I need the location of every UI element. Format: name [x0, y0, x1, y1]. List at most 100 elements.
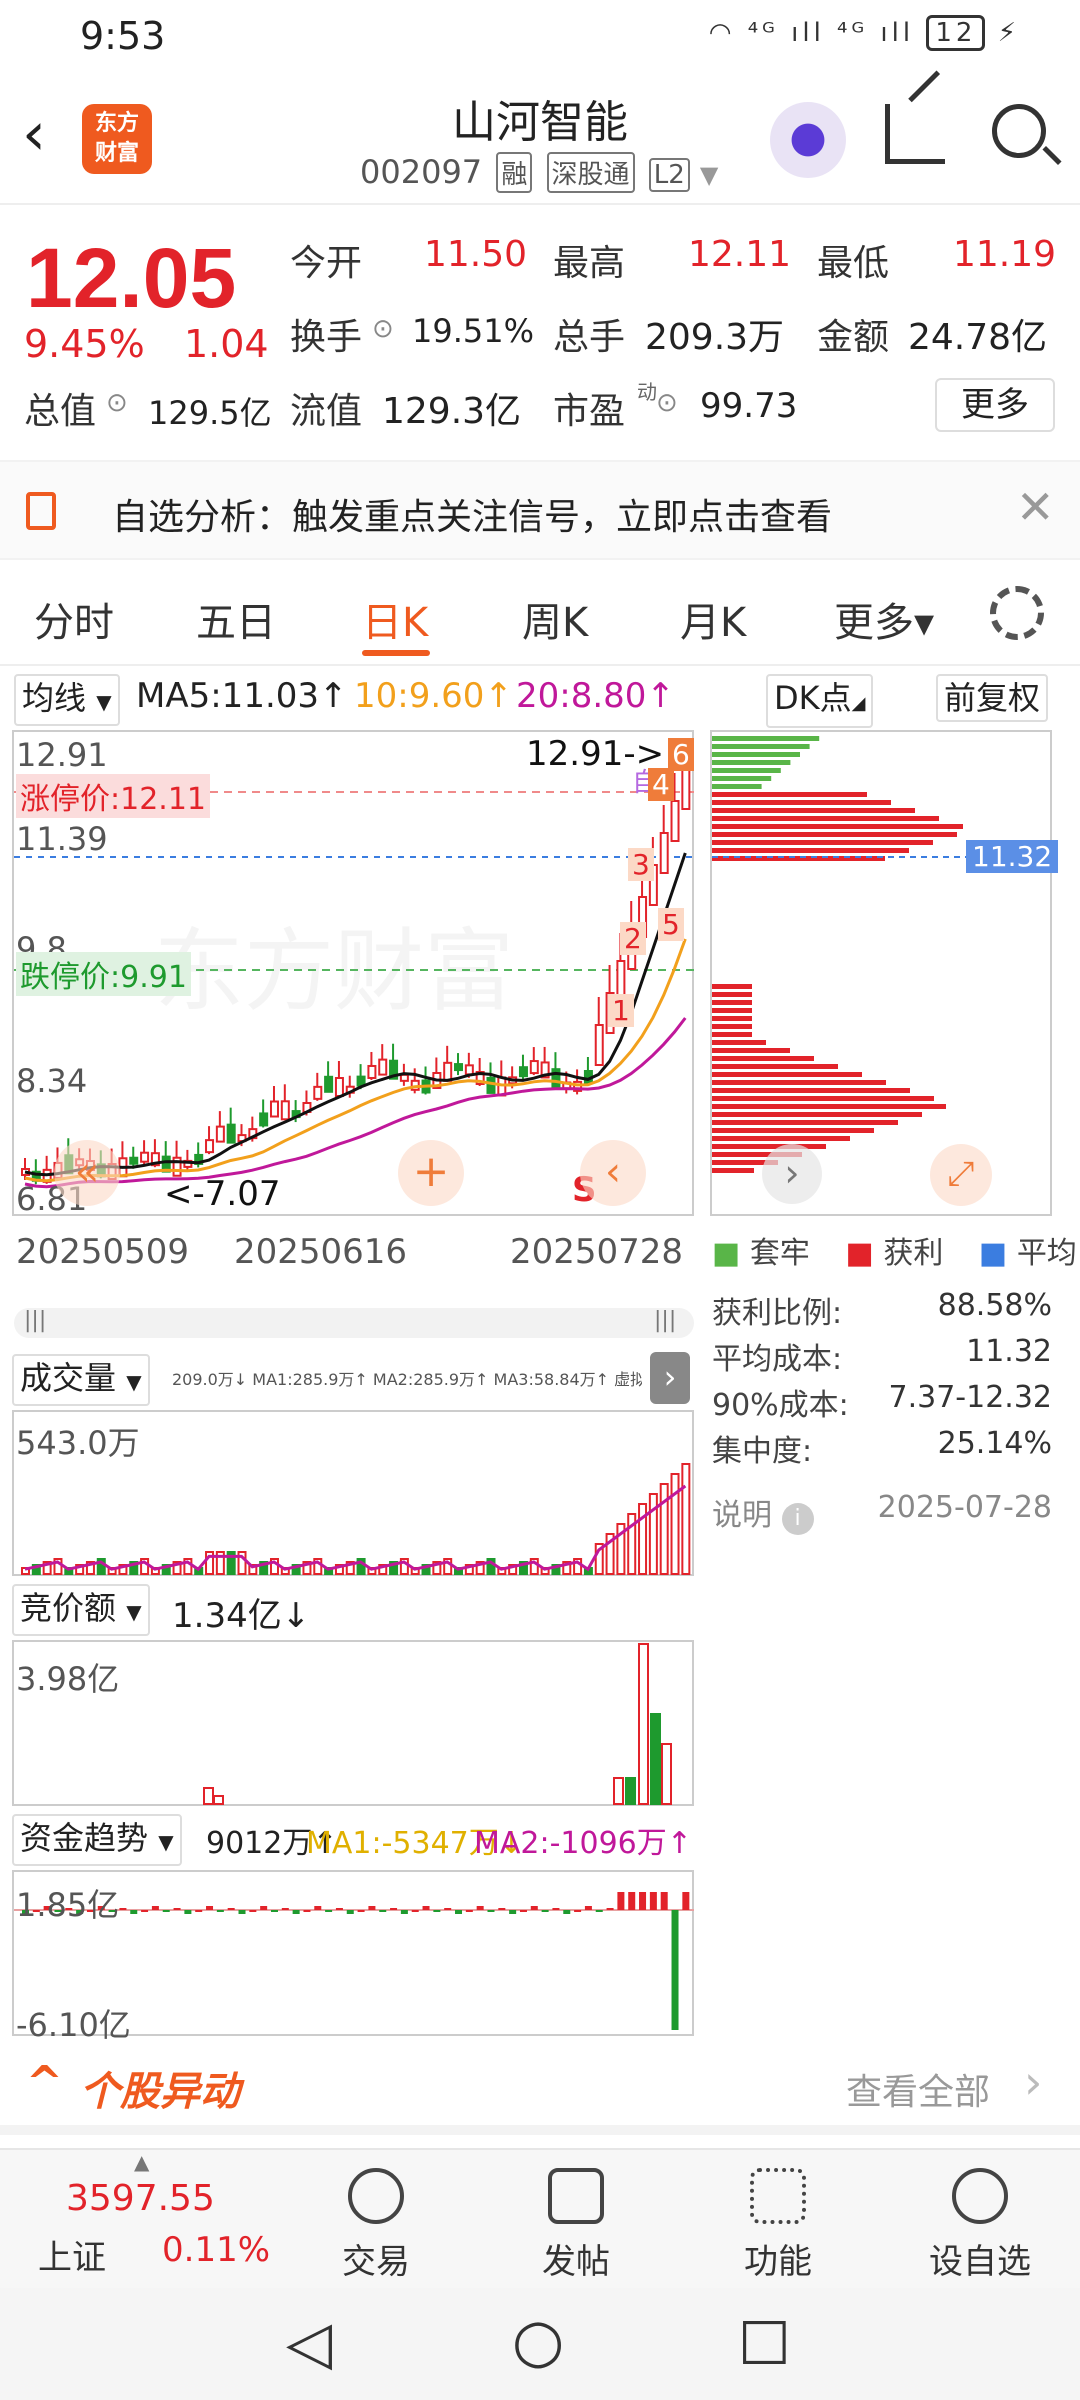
volume-chart[interactable]: 543.0万 — [12, 1410, 694, 1576]
system-back-icon[interactable]: ◁ — [286, 2308, 332, 2378]
auction-selector-label: 竞价额 — [20, 1589, 117, 1627]
candle-body — [313, 1085, 323, 1100]
pe-dynamic-sup: 动 — [637, 380, 657, 404]
tag-margin: 融 — [496, 152, 533, 193]
tab-monthly-k[interactable]: 月K — [680, 590, 746, 648]
more-button[interactable]: 更多 — [935, 378, 1055, 432]
expand-icon[interactable]: ⤢ — [930, 1144, 992, 1206]
info-dots-icon[interactable]: ⊙ — [106, 388, 128, 418]
chip-label: 90%成本: — [712, 1388, 849, 1423]
kline-chart[interactable]: 东方财富 12.91 涨停价:12.11 11.39 9.8 跌停价:9.91 … — [12, 730, 696, 1218]
clock: 9:53 — [80, 14, 166, 58]
view-all-link[interactable]: 查看全部 — [846, 2063, 990, 2115]
scroll-handle-left[interactable]: ||| — [24, 1308, 46, 1333]
tag-connect: 深股通 — [546, 152, 635, 193]
ai-assistant-icon[interactable] — [770, 102, 846, 178]
chip-distribution-chart[interactable]: 11.32 › ⤢ — [710, 730, 1059, 1216]
candle-body — [129, 1156, 139, 1165]
chip-bar — [712, 1120, 898, 1125]
candle-body — [259, 1112, 269, 1127]
fund-bar — [130, 1910, 138, 1914]
tab-five-day[interactable]: 五日 — [196, 590, 276, 648]
scroll-left-icon[interactable]: « — [54, 1140, 120, 1206]
chip-value: 7.37-12.32 — [888, 1380, 1052, 1415]
tab-more[interactable]: 更多▾ — [834, 590, 934, 648]
auction-selector[interactable]: 竞价额 ▼ — [12, 1584, 150, 1636]
tab-weekly-k[interactable]: 周K — [522, 590, 588, 648]
add-indicator-icon[interactable]: + — [398, 1140, 464, 1206]
y-label-4: 8.34 — [16, 1062, 88, 1100]
fund-bar — [411, 1910, 419, 1912]
fund-bar — [509, 1910, 517, 1914]
legend-profit: 获利 — [883, 1236, 944, 1271]
chip-bar — [712, 1040, 766, 1045]
nav-trade[interactable]: 交易 — [296, 2158, 456, 2283]
chevron-right-icon[interactable]: › — [650, 1352, 690, 1404]
nav-post[interactable]: 发帖 — [496, 2158, 656, 2283]
fund-y-top: 1.85亿 — [16, 1886, 120, 1924]
nav-trade-label: 交易 — [342, 2242, 410, 2282]
info-dots-icon[interactable]: ⊙ — [372, 314, 394, 344]
chip-bar — [712, 1048, 790, 1053]
dropdown-caret-icon: ▼ — [96, 690, 112, 714]
signal-badge[interactable]: 5 — [658, 908, 684, 941]
float-cap-label: 流值 — [290, 391, 363, 432]
chip-bar — [712, 1000, 752, 1005]
nav-functions[interactable]: 功能 — [698, 2158, 858, 2283]
search-icon[interactable] — [992, 104, 1046, 158]
signal-badge[interactable]: 1 — [608, 994, 634, 1027]
chip-bars-group — [712, 736, 963, 1173]
limit-down-label: 跌停价:9.91 — [16, 952, 191, 996]
signal-badge[interactable]: 4 — [648, 768, 674, 801]
chip-bar — [712, 1056, 814, 1061]
chip-label: 集中度: — [712, 1434, 813, 1469]
volume-selector[interactable]: 成交量 ▼ — [12, 1354, 150, 1406]
info-dots-icon[interactable]: ⊙ — [656, 388, 678, 418]
system-home-icon[interactable]: ○ — [512, 2306, 564, 2376]
candle-body — [551, 1068, 561, 1089]
scroll-handle-right[interactable]: ||| — [654, 1308, 676, 1333]
close-icon[interactable]: ✕ — [1016, 480, 1055, 534]
system-recents-icon[interactable]: □ — [738, 2306, 791, 2371]
chevron-right-icon[interactable]: › — [762, 1144, 822, 1204]
tab-intraday[interactable]: 分时 — [34, 590, 114, 648]
fund-trend-selector-label: 资金趋势 — [20, 1819, 149, 1857]
chip-label: 平均成本: — [712, 1342, 843, 1377]
auction-bar — [613, 1777, 624, 1805]
auction-bar — [203, 1787, 214, 1805]
stock-code-row[interactable]: 002097 融 深股通 L2 ▼ — [360, 152, 718, 193]
fund-bar — [292, 1910, 300, 1914]
fund-trend-selector[interactable]: 资金趋势 ▼ — [12, 1814, 182, 1866]
signal-badge[interactable]: 2 — [620, 922, 646, 955]
stock-anomaly-section[interactable]: ^ 个股异动 查看全部 › — [0, 2035, 1080, 2135]
chip-bar — [712, 1016, 752, 1021]
anomaly-title: 个股异动 — [80, 2069, 240, 2115]
dk-point-button[interactable]: DK点◢ — [766, 674, 874, 728]
fund-trend-chart[interactable]: 1.85亿 -6.10亿 — [12, 1870, 694, 2044]
gear-icon[interactable] — [990, 586, 1044, 640]
chip-note[interactable]: 说明 i — [712, 1490, 814, 1535]
analysis-alert-banner[interactable]: 自选分析：触发重点关注信号，立即点击查看 ✕ — [0, 460, 1080, 560]
indicator-selector[interactable]: 均线 ▼ — [14, 674, 120, 726]
chip-bar — [712, 824, 963, 829]
signal-badge[interactable]: 6 — [668, 738, 694, 771]
nav-add-watchlist[interactable]: 设自选 — [900, 2158, 1060, 2283]
fund-bar — [162, 1910, 170, 1912]
auction-chart[interactable]: 3.98亿 — [12, 1640, 694, 1806]
chip-bar — [712, 752, 800, 757]
scroll-back-icon[interactable]: ‹ — [580, 1140, 646, 1206]
index-quote[interactable]: ▲ 3597.55 上证 0.11% — [10, 2150, 310, 2290]
indicator-selector-label: 均线 — [22, 679, 87, 717]
range-scrollbar[interactable]: ||| ||| — [14, 1308, 694, 1338]
chip-bar — [712, 744, 810, 749]
fund-bar — [639, 1892, 647, 1910]
legend-trapped: 套牢 — [749, 1236, 810, 1271]
forward-adjust-button[interactable]: 前复权 — [936, 674, 1049, 722]
signal-badge[interactable]: 3 — [628, 848, 654, 881]
auction-bar — [661, 1743, 672, 1805]
auction-y-top: 3.98亿 — [16, 1660, 120, 1698]
fund-bar — [541, 1910, 549, 1912]
volume-bar — [681, 1463, 691, 1575]
tab-daily-k[interactable]: 日K — [362, 590, 428, 648]
share-icon[interactable] — [885, 104, 945, 164]
